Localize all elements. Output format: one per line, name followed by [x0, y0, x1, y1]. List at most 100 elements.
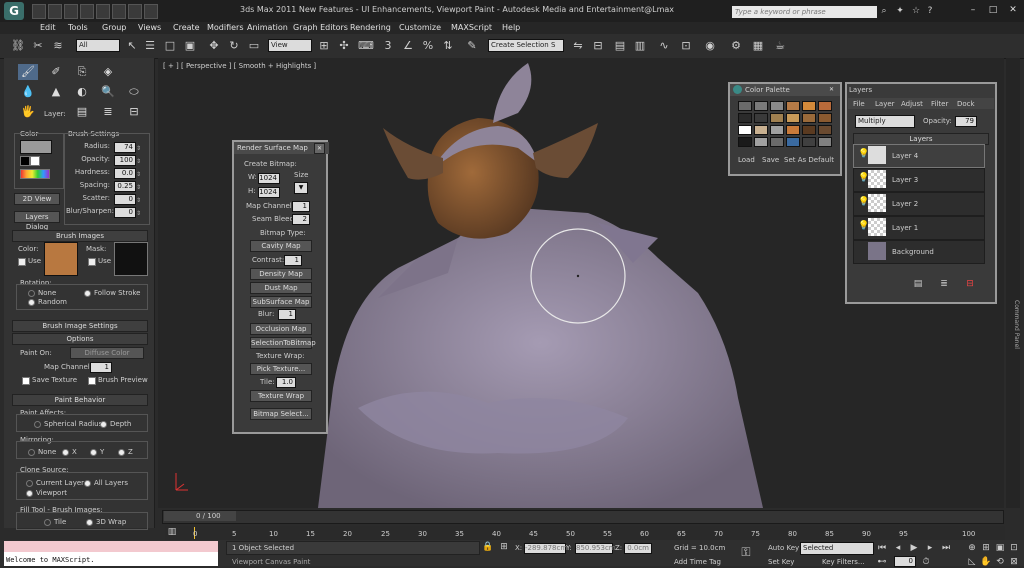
named-selection-dropdown[interactable]: Create Selection S — [488, 39, 564, 52]
color-swatch[interactable] — [738, 113, 752, 123]
app-logo-icon[interactable]: G — [4, 2, 24, 20]
maximize-viewport-icon[interactable]: ⊠ — [1008, 556, 1020, 568]
blur-rsm-field[interactable]: 1 — [278, 309, 296, 320]
fetch-icon[interactable] — [128, 4, 142, 19]
black-swatch[interactable] — [20, 156, 30, 166]
rotation-none-radio[interactable] — [28, 290, 35, 297]
menu-tools[interactable]: Tools — [68, 22, 88, 34]
rect-selection-icon[interactable]: □ — [162, 38, 178, 54]
brush-mask-use-checkbox[interactable] — [88, 258, 96, 266]
blend-mode-dropdown[interactable]: Multiply — [855, 115, 915, 128]
tile-rsm-field[interactable]: 1.0 — [276, 377, 296, 388]
mirror-y-radio[interactable] — [90, 449, 97, 456]
size-dropdown-icon[interactable]: ▼ — [294, 182, 308, 194]
selection-filter-dropdown[interactable]: All — [76, 39, 120, 52]
zoom-extents-all-icon[interactable]: ⊡ — [1008, 542, 1020, 554]
add-time-tag[interactable]: Add Time Tag — [674, 558, 721, 566]
foreground-color-swatch[interactable] — [20, 140, 52, 154]
brush-color-use-checkbox[interactable] — [18, 258, 26, 266]
orbit-icon[interactable]: ⟲ — [994, 556, 1006, 568]
menu-help[interactable]: Help — [502, 22, 520, 34]
color-swatch[interactable] — [786, 113, 800, 123]
close-button[interactable]: ✕ — [1004, 3, 1022, 17]
layer-manager-icon[interactable]: ▤ — [612, 38, 628, 54]
next-frame-icon[interactable]: ▸ — [924, 542, 936, 554]
merge-layer-icon[interactable]: ≣ — [938, 278, 950, 290]
color-swatch[interactable] — [818, 125, 832, 135]
3d-wrap-radio[interactable] — [86, 519, 93, 526]
menu-customize[interactable]: Customize — [399, 22, 441, 34]
curve-editor-icon[interactable]: ∿ — [656, 38, 672, 54]
rendered-frame-icon[interactable]: ▦ — [750, 38, 766, 54]
color-swatch[interactable] — [770, 137, 784, 147]
project-folder-icon[interactable] — [144, 4, 158, 19]
layer-add-icon[interactable]: ▤ — [72, 104, 92, 120]
fill-icon[interactable]: ◈ — [98, 64, 118, 80]
menu-maxscript[interactable]: MAXScript — [451, 22, 492, 34]
color-swatch[interactable] — [802, 125, 816, 135]
seam-bleed-field[interactable]: 2 — [292, 214, 310, 225]
occlusion-map-button[interactable]: Occlusion Map — [250, 323, 312, 335]
select-manipulate-icon[interactable]: ✣ — [336, 38, 352, 54]
viewport-radio[interactable] — [26, 490, 33, 497]
menu-views[interactable]: Views — [138, 22, 161, 34]
ref-coord-dropdown[interactable]: View — [268, 39, 312, 52]
field-of-view-icon[interactable]: ◺ — [966, 556, 978, 568]
brush-image-settings-rollout[interactable]: Brush Image Settings — [12, 320, 148, 332]
depth-radio[interactable] — [100, 421, 107, 428]
subscription-icon[interactable]: ✦ — [894, 5, 906, 17]
previous-frame-icon[interactable]: ◂ — [892, 542, 904, 554]
white-swatch[interactable] — [30, 156, 40, 166]
align-icon[interactable]: ⊟ — [590, 38, 606, 54]
rotate-icon[interactable]: ↻ — [226, 38, 242, 54]
zoom-all-icon[interactable]: ⊞ — [980, 542, 992, 554]
menu-animation[interactable]: Animation — [247, 22, 288, 34]
bind-space-warp-icon[interactable]: ≋ — [50, 38, 66, 54]
layers-menu-file[interactable]: File — [853, 100, 865, 108]
paint-behavior-rollout[interactable]: Paint Behavior — [12, 394, 148, 406]
pick-texture-button[interactable]: Pick Texture... — [250, 363, 312, 375]
color-palette-icon[interactable] — [20, 169, 50, 179]
color-swatch[interactable] — [818, 101, 832, 111]
track-bar[interactable] — [165, 526, 1005, 540]
go-to-start-icon[interactable]: ⏮ — [876, 542, 888, 554]
spherical-radius-radio[interactable] — [34, 421, 41, 428]
time-configuration-icon[interactable]: ⏱ — [920, 556, 932, 568]
layers-menu-adjust[interactable]: Adjust — [901, 100, 923, 108]
select-by-name-icon[interactable]: ☰ — [142, 38, 158, 54]
current-layer-radio[interactable] — [26, 480, 33, 487]
color-swatch[interactable] — [754, 101, 768, 111]
search-icon[interactable]: ⌕ — [878, 5, 890, 17]
angle-snap-icon[interactable]: ∠ — [400, 38, 416, 54]
layer-options-icon[interactable]: ⊟ — [124, 104, 144, 120]
palette-set-default-button[interactable]: Set As Default — [784, 156, 834, 164]
percent-snap-icon[interactable]: % — [420, 38, 436, 54]
save-file-icon[interactable] — [64, 4, 78, 19]
radius-field[interactable]: 74 — [114, 142, 136, 153]
favorites-icon[interactable]: ☆ — [910, 5, 922, 17]
color-swatch[interactable] — [818, 113, 832, 123]
keyboard-shortcut-icon[interactable]: ⌨ — [358, 38, 374, 54]
link-icon[interactable]: ⛓ — [10, 38, 26, 54]
width-field[interactable]: 1024 — [258, 173, 280, 184]
all-layers-radio[interactable] — [84, 480, 91, 487]
redo-icon[interactable] — [96, 4, 110, 19]
mirror-x-radio[interactable] — [62, 449, 69, 456]
graphite-ribbon-icon[interactable]: ▥ — [632, 38, 648, 54]
minimize-button[interactable]: – — [964, 3, 982, 17]
window-crossing-icon[interactable]: ▣ — [182, 38, 198, 54]
spinner-snap-icon[interactable]: ⇅ — [440, 38, 456, 54]
spinner-arrows-icon[interactable]: ⇕ ⇕ ⇕ ⇕ ⇕ ⇕ — [136, 142, 142, 218]
mini-curve-editor-icon[interactable]: ▥ — [166, 526, 178, 538]
dialog-close-icon[interactable]: ✕ — [314, 143, 325, 154]
render-setup-icon[interactable]: ⚙ — [728, 38, 744, 54]
brush-preview-checkbox[interactable] — [88, 377, 96, 385]
selection-to-bitmap-button[interactable]: SelectionToBitmap — [250, 337, 316, 349]
delete-layer-icon[interactable]: ⊟ — [964, 278, 976, 290]
rotation-random-radio[interactable] — [28, 299, 35, 306]
menu-graph-editors[interactable]: Graph Editors — [293, 22, 348, 34]
map-channel-field[interactable]: 1 — [90, 362, 112, 373]
color-swatch[interactable] — [738, 101, 752, 111]
height-field[interactable]: 1024 — [258, 187, 280, 198]
menu-rendering[interactable]: Rendering — [350, 22, 391, 34]
